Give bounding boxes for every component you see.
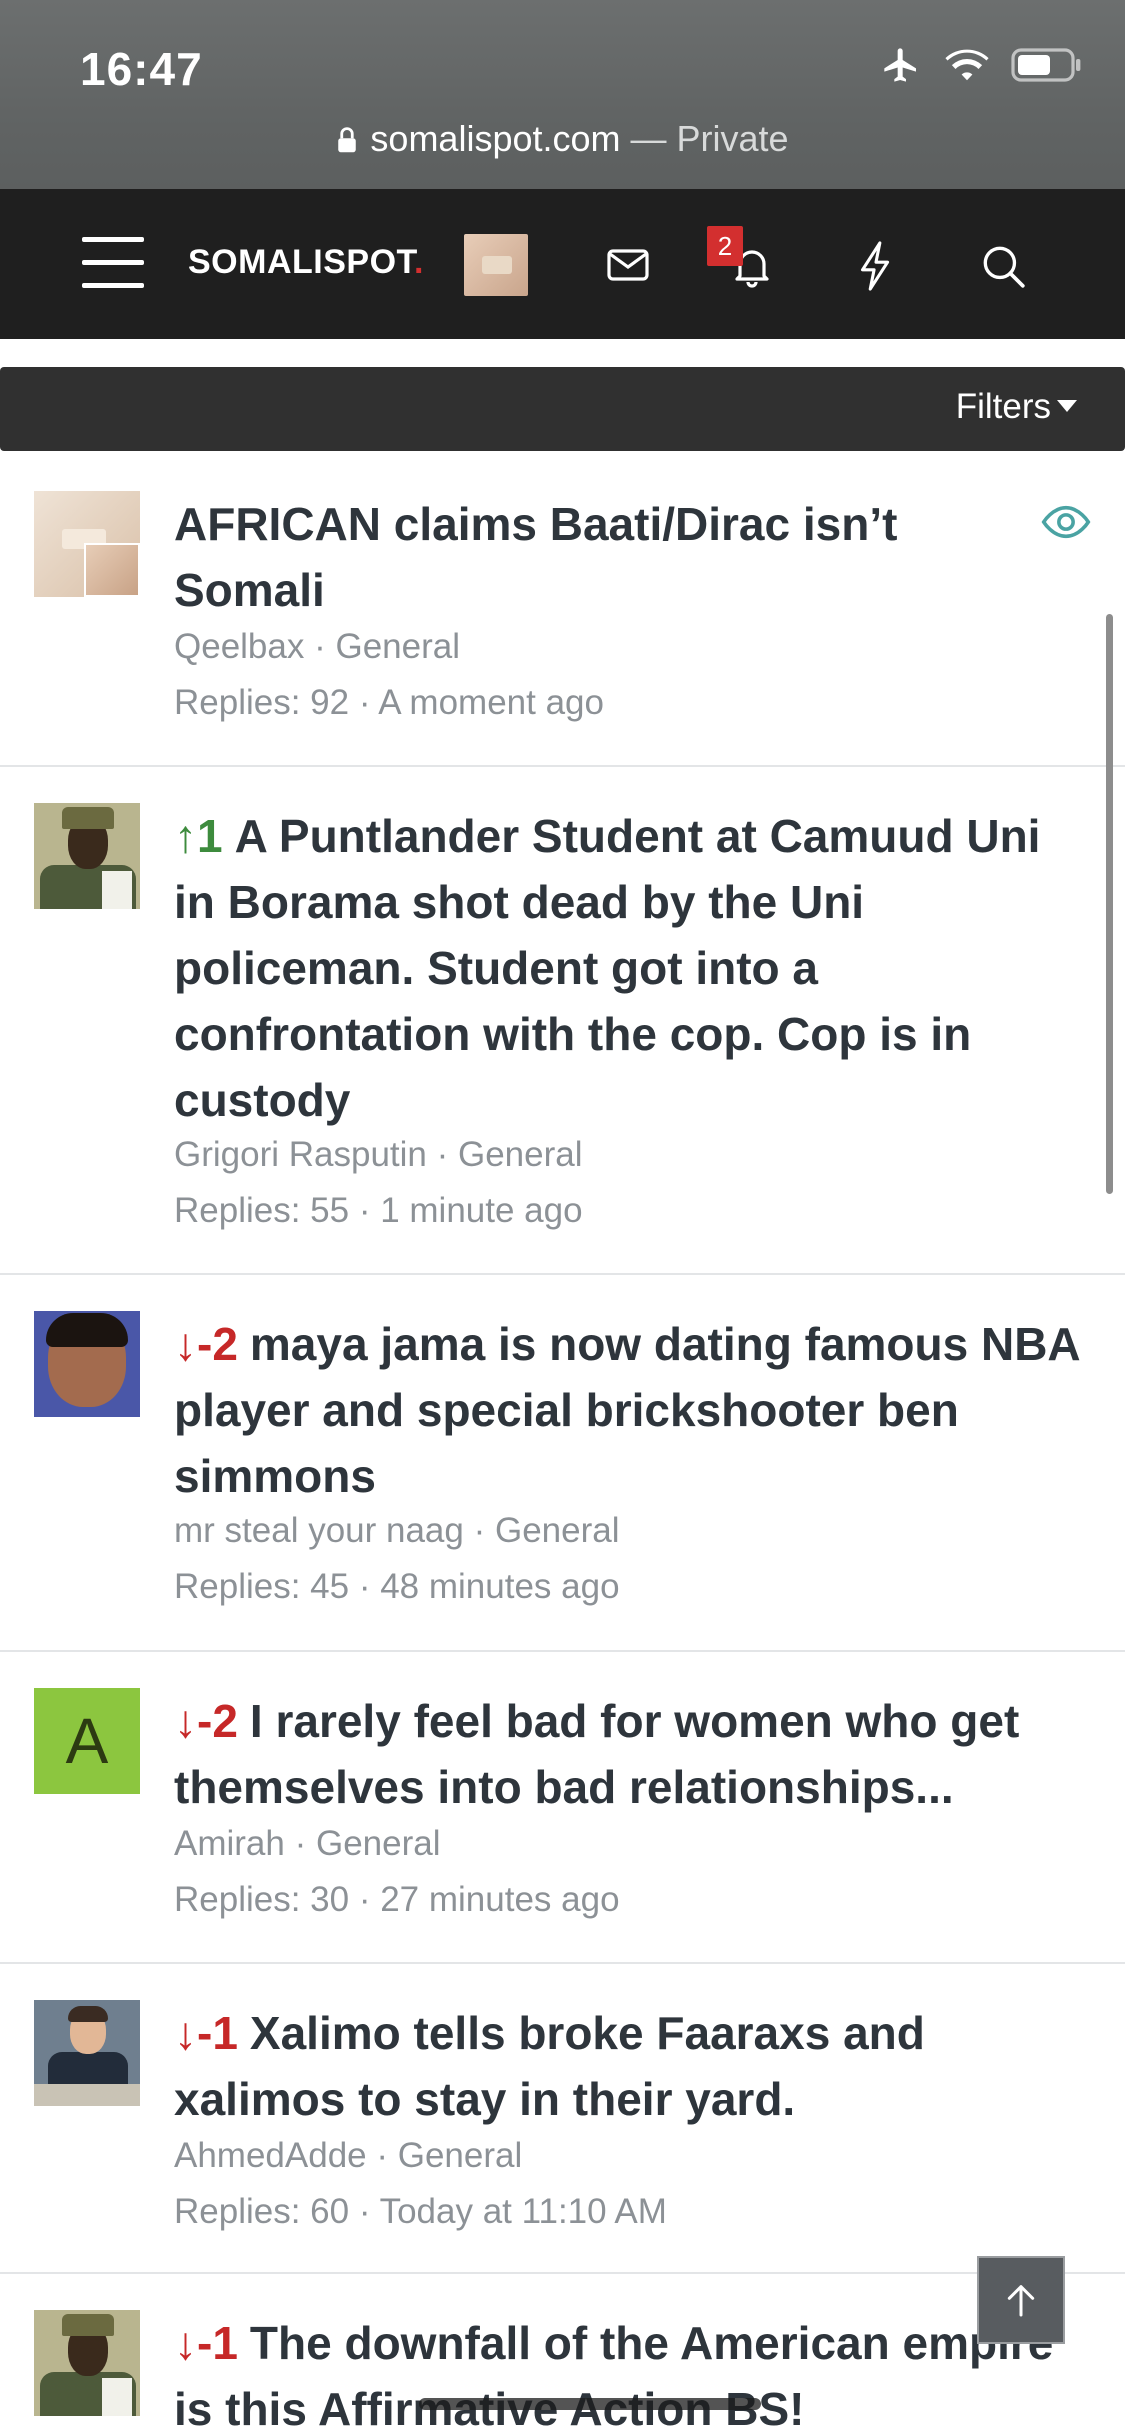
scrollbar[interactable] bbox=[1106, 614, 1113, 1194]
lightning-icon[interactable] bbox=[856, 241, 896, 291]
thread-item[interactable]: ↓-1 Xalimo tells broke Faaraxs and xalimo… bbox=[0, 1964, 1125, 2274]
filter-bar: Filters bbox=[0, 367, 1125, 451]
thread-item[interactable]: AFRICAN claims Baati/Dirac isn’t Somali … bbox=[0, 451, 1125, 767]
avatar[interactable] bbox=[34, 491, 140, 597]
thread-item[interactable]: A ↓-2 I rarely feel bad for women who get… bbox=[0, 1652, 1125, 1964]
thread-item[interactable]: ↑1 A Puntlander Student at Camuud Uni in … bbox=[0, 767, 1125, 1275]
browser-chrome: 16:47 somalispot.com — Private bbox=[0, 0, 1125, 189]
thread-title[interactable]: AFRICAN claims Baati/Dirac isn’t Somali bbox=[174, 491, 1025, 623]
address-bar[interactable]: somalispot.com — Private bbox=[0, 118, 1125, 160]
mail-icon[interactable] bbox=[604, 241, 652, 289]
avatar[interactable] bbox=[34, 803, 140, 909]
thread-stats: Replies: 60 · Today at 11:10 AM bbox=[174, 2192, 667, 2231]
menu-icon[interactable] bbox=[82, 237, 144, 289]
url-private-label: — Private bbox=[620, 118, 789, 159]
vote-score: ↑1 bbox=[174, 810, 223, 862]
filters-button[interactable]: Filters bbox=[956, 387, 1077, 427]
battery-icon bbox=[1011, 48, 1081, 82]
lock-icon bbox=[338, 127, 357, 153]
thread-meta: Grigori Rasputin · General bbox=[174, 1135, 583, 1174]
status-icons bbox=[879, 45, 1083, 85]
airplane-icon bbox=[884, 48, 916, 82]
avatar[interactable] bbox=[34, 2000, 140, 2106]
home-indicator[interactable] bbox=[419, 2398, 761, 2410]
arrow-up-icon bbox=[1007, 2285, 1035, 2317]
url-domain: somalispot.com bbox=[370, 118, 621, 159]
site-logo[interactable]: SOMALISPOT. bbox=[188, 243, 424, 282]
thread-title[interactable]: ↓-1 Xalimo tells broke Faaraxs and xalimo… bbox=[174, 2000, 1085, 2132]
thread-stats: Replies: 92 · A moment ago bbox=[174, 683, 604, 722]
thread-title[interactable]: ↑1 A Puntlander Student at Camuud Uni in … bbox=[174, 803, 1085, 1133]
thread-stats: Replies: 30 · 27 minutes ago bbox=[174, 1880, 620, 1919]
avatar[interactable] bbox=[34, 1311, 140, 1417]
thread-item[interactable]: ↓-1The downfall of the American empire i… bbox=[0, 2274, 1125, 2436]
vote-score: ↓-1 bbox=[174, 2317, 238, 2369]
site-header: SOMALISPOT. bbox=[0, 189, 1125, 339]
thread-item[interactable]: ↓-2 maya jama is now dating famous NBA pl… bbox=[0, 1275, 1125, 1652]
thread-meta: Amirah · General bbox=[174, 1824, 441, 1863]
thread-title[interactable]: ↓-2 I rarely feel bad for women who get t… bbox=[174, 1688, 1085, 1820]
account-avatar[interactable] bbox=[464, 234, 528, 296]
watched-eye-icon[interactable] bbox=[1041, 504, 1091, 540]
thread-meta: AhmedAdde · General bbox=[174, 2136, 523, 2175]
alerts-badge[interactable]: 2 bbox=[707, 226, 743, 266]
thread-meta: Qeelbax · General bbox=[174, 627, 460, 666]
caret-down-icon bbox=[1057, 400, 1077, 412]
thread-title[interactable]: ↓-2 maya jama is now dating famous NBA pl… bbox=[174, 1311, 1085, 1509]
status-time: 16:47 bbox=[80, 43, 203, 95]
search-icon[interactable] bbox=[978, 241, 1028, 291]
wifi-icon bbox=[945, 49, 989, 81]
avatar[interactable]: A bbox=[34, 1688, 140, 1794]
vote-score: ↓-2 bbox=[174, 1695, 238, 1747]
vote-score: ↓-1 bbox=[174, 2007, 238, 2059]
thread-title[interactable]: ↓-1The downfall of the American empire i… bbox=[174, 2310, 1085, 2436]
avatar[interactable] bbox=[34, 2310, 140, 2416]
thread-stats: Replies: 55 · 1 minute ago bbox=[174, 1191, 583, 1230]
vote-score: ↓-2 bbox=[174, 1318, 238, 1370]
thread-stats: Replies: 45 · 48 minutes ago bbox=[174, 1567, 620, 1606]
scroll-to-top-button[interactable] bbox=[977, 2256, 1065, 2344]
thread-meta: mr steal your naag · General bbox=[174, 1511, 620, 1550]
